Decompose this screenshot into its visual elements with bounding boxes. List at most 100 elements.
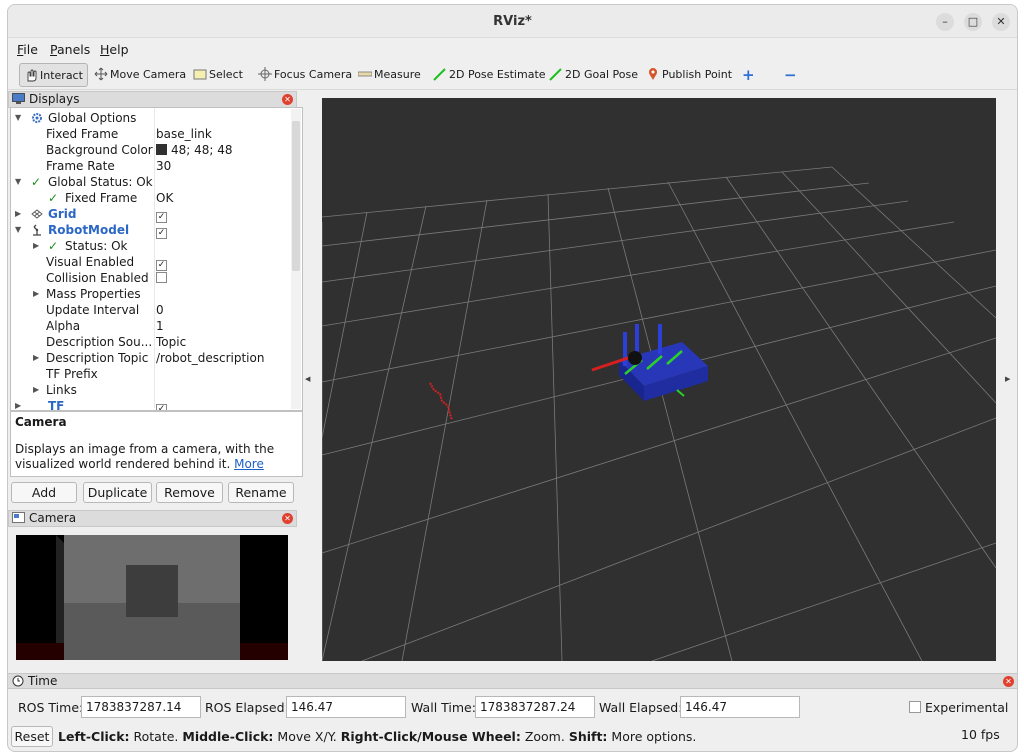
scrollbar-thumb[interactable] (292, 121, 300, 271)
close-button[interactable]: ✕ (992, 13, 1010, 31)
pose-estimate-tool-button[interactable]: 2D Pose Estimate (433, 63, 546, 87)
tree-row-description-topic[interactable]: ▶ Description Topic /robot_description (11, 350, 291, 366)
add-button[interactable]: Add (11, 482, 77, 503)
tree-row-global-options[interactable]: ▼ Global Options (11, 110, 291, 126)
time-panel-title: Time (28, 674, 58, 688)
ros-elapsed-field[interactable]: 146.47 (286, 696, 406, 718)
focus-camera-tool-button[interactable]: Focus Camera (258, 63, 352, 87)
tree-row-fixed-frame[interactable]: Fixed Frame base_link (11, 126, 291, 142)
wall-time-label: Wall Time: (411, 700, 476, 715)
tree-row-grid[interactable]: ▶ Grid ✓ (11, 206, 291, 223)
tree-row-status-fixed-frame[interactable]: ✓ Fixed Frame OK (11, 190, 291, 206)
tree-row-update-interval[interactable]: Update Interval 0 (11, 302, 291, 318)
move-camera-icon (94, 67, 108, 81)
check-ok-icon: ✓ (48, 239, 59, 253)
displays-panel-title: Displays (29, 92, 80, 106)
title-bar: RViz* – □ ✕ (8, 5, 1017, 38)
collapse-arrow-icon[interactable]: ▶ (15, 206, 23, 222)
tree-scrollbar[interactable] (291, 109, 301, 409)
fps-counter: 10 fps (961, 727, 1000, 742)
render-3d-view[interactable] (322, 98, 996, 661)
camera-panel-title: Camera (29, 511, 77, 525)
more-link[interactable]: More (234, 457, 264, 471)
collapse-arrow-icon[interactable]: ▶ (33, 382, 41, 398)
gear-icon (32, 113, 42, 123)
goal-pose-tool-button[interactable]: 2D Goal Pose (549, 63, 638, 87)
expand-arrow-icon[interactable]: ▼ (15, 222, 23, 238)
left-splitter-arrow-icon[interactable]: ◀ (305, 375, 310, 383)
expand-arrow-icon[interactable]: ▼ (15, 174, 23, 190)
minimize-button[interactable]: – (936, 13, 954, 31)
collapse-arrow-icon[interactable]: ▶ (15, 398, 23, 410)
menu-file[interactable]: File (17, 42, 38, 57)
camera-panel-header: Camera ✕ (8, 510, 297, 527)
tree-row-background-color[interactable]: Background Color 48; 48; 48 (11, 142, 291, 158)
status-hint: Left-Click: Rotate. Middle-Click: Move X… (58, 729, 697, 744)
menu-bar: File Panels Help (8, 39, 1017, 59)
displays-panel-header: Displays ✕ (8, 91, 297, 108)
grid-lines (322, 166, 996, 661)
collapse-arrow-icon[interactable]: ▶ (33, 350, 41, 366)
measure-tool-button[interactable]: Measure (358, 63, 421, 87)
publish-point-tool-button[interactable]: Publish Point (646, 63, 732, 87)
tree-row-robot-model[interactable]: ▼ RobotModel ✓ (11, 222, 291, 239)
experimental-label: Experimental (925, 700, 1009, 715)
wall-elapsed-field[interactable]: 146.47 (680, 696, 800, 718)
camera-image-view[interactable] (16, 535, 288, 660)
rviz-window: RViz* – □ ✕ File Panels Help Interact Mo… (7, 4, 1018, 752)
tree-row-frame-rate[interactable]: Frame Rate 30 (11, 158, 291, 174)
tree-row-links[interactable]: ▶ Links (11, 382, 291, 398)
tree-row-tf[interactable]: ▶ TF ✓ (11, 398, 291, 410)
tree-row-description-source[interactable]: Description Sou... Topic (11, 334, 291, 350)
crosshair-icon (258, 67, 272, 81)
select-box-icon (193, 69, 207, 80)
reset-button[interactable]: Reset (11, 726, 53, 747)
remove-tool-button[interactable]: − (784, 63, 797, 87)
displays-tree: ▼ Global Options Fixed Frame base_link B… (10, 107, 303, 411)
ros-elapsed-label: ROS Elapsed: (205, 700, 289, 715)
close-displays-panel-icon[interactable]: ✕ (282, 94, 293, 105)
remove-button[interactable]: Remove (156, 482, 223, 503)
grid-scene (322, 166, 996, 661)
expand-arrow-icon[interactable]: ▼ (15, 110, 23, 126)
tree-row-global-status[interactable]: ▼ ✓ Global Status: Ok (11, 174, 291, 190)
rename-button[interactable]: Rename (228, 482, 294, 503)
tree-row-status-ok[interactable]: ▶ ✓ Status: Ok (11, 238, 291, 254)
check-ok-icon: ✓ (31, 175, 42, 189)
duplicate-button[interactable]: Duplicate (83, 482, 152, 503)
color-swatch (156, 144, 167, 155)
toolbar: Interact Move Camera Select Focus Camera… (8, 60, 1017, 90)
time-panel-header: Time ✕ (8, 673, 1017, 689)
window-title: RViz* (493, 14, 532, 29)
tree-row-visual-enabled[interactable]: Visual Enabled ✓ (11, 254, 291, 271)
right-splitter-arrow-icon[interactable]: ▶ (1005, 375, 1010, 383)
tree-row-tf-prefix[interactable]: TF Prefix (11, 366, 291, 382)
monitor-icon (12, 93, 25, 104)
wall-time-field[interactable]: 1783837287.24 (475, 696, 595, 718)
maximize-button[interactable]: □ (964, 13, 982, 31)
ros-time-field[interactable]: 1783837287.14 (81, 696, 201, 718)
experimental-checkbox[interactable] (909, 701, 921, 713)
description-title: Camera (15, 415, 67, 429)
add-tool-button[interactable]: + (742, 63, 755, 87)
select-tool-button[interactable]: Select (193, 63, 243, 87)
close-camera-panel-icon[interactable]: ✕ (282, 513, 293, 524)
collapse-arrow-icon[interactable]: ▶ (33, 238, 41, 254)
collision-enabled-checkbox[interactable] (156, 272, 167, 283)
close-time-panel-icon[interactable]: ✕ (1003, 676, 1014, 687)
tf-enabled-checkbox[interactable]: ✓ (156, 404, 167, 410)
green-arrow-icon (549, 68, 562, 81)
tree-row-mass-properties[interactable]: ▶ Mass Properties (11, 286, 291, 302)
menu-help[interactable]: Help (100, 42, 129, 57)
robot-model (591, 324, 708, 401)
menu-panels[interactable]: Panels (50, 42, 90, 57)
map-pin-icon (649, 68, 657, 80)
display-description: Camera Displays an image from a camera, … (10, 411, 303, 477)
collapse-arrow-icon[interactable]: ▶ (33, 286, 41, 302)
interact-tool-button[interactable]: Interact (19, 63, 88, 87)
tree-row-collision-enabled[interactable]: Collision Enabled (11, 270, 291, 286)
move-camera-tool-button[interactable]: Move Camera (94, 63, 186, 87)
ros-time-label: ROS Time: (18, 700, 84, 715)
tree-row-alpha[interactable]: Alpha 1 (11, 318, 291, 334)
check-ok-icon: ✓ (48, 191, 59, 205)
